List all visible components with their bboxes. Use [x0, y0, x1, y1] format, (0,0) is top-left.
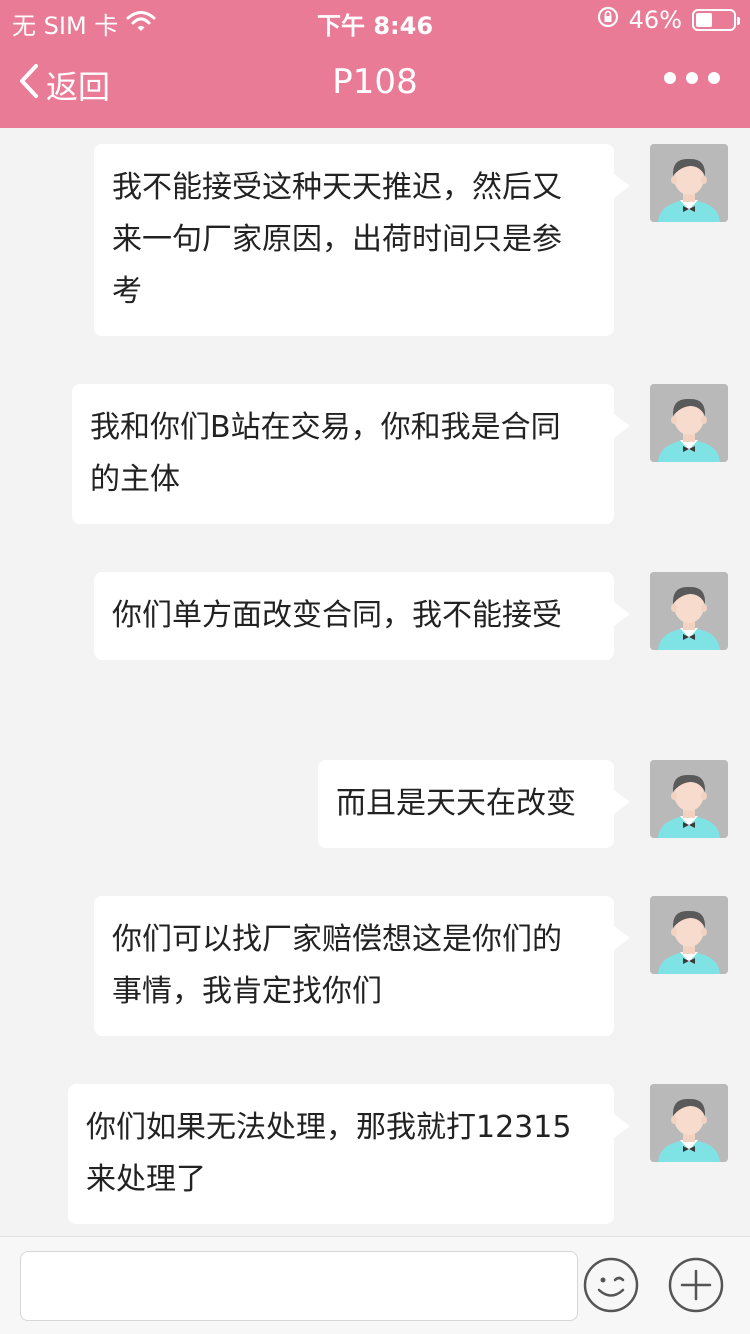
message-bubble[interactable]: 你们如果无法处理，那我就打12315来处理了 — [68, 1084, 630, 1224]
avatar[interactable] — [650, 1084, 728, 1162]
nav-bar: 返回 P108 — [0, 40, 750, 128]
message-list[interactable]: 我不能接受这种天天推迟，然后又来一句厂家原因，出荷时间只是参考 我和你们B站在交… — [0, 128, 750, 1236]
emoji-button[interactable] — [583, 1257, 639, 1313]
message-input[interactable] — [20, 1251, 578, 1321]
message-bubble[interactable]: 我和你们B站在交易，你和我是合同的主体 — [72, 384, 630, 524]
chat-title: P108 — [332, 62, 418, 102]
rotation-lock-icon — [597, 6, 619, 34]
status-right: 46% — [597, 6, 740, 34]
message-text: 你们如果无法处理，那我就打12315来处理了 — [86, 1110, 572, 1197]
message-bubble[interactable]: 而且是天天在改变 — [318, 760, 630, 848]
more-dot — [686, 72, 698, 84]
avatar-icon — [650, 1084, 728, 1162]
add-attachment-button[interactable] — [668, 1257, 724, 1313]
more-dot — [708, 72, 720, 84]
avatar-icon — [650, 384, 728, 462]
battery-percent: 46% — [628, 6, 682, 34]
more-button[interactable] — [664, 72, 720, 84]
message-text: 我不能接受这种天天推迟，然后又来一句厂家原因，出荷时间只是参考 — [112, 170, 562, 309]
avatar-icon — [650, 760, 728, 838]
emoji-icon — [583, 1257, 639, 1313]
battery-icon — [692, 9, 740, 31]
avatar-icon — [650, 572, 728, 650]
avatar[interactable] — [650, 760, 728, 838]
avatar-icon — [650, 896, 728, 974]
message-text: 而且是天天在改变 — [336, 786, 576, 821]
message-text: 你们单方面改变合同，我不能接受 — [112, 598, 562, 633]
avatar[interactable] — [650, 384, 728, 462]
message-text: 你们可以找厂家赔偿想这是你们的事情，我肯定找你们 — [112, 922, 562, 1009]
more-dot — [664, 72, 676, 84]
avatar[interactable] — [650, 572, 728, 650]
message-text: 我和你们B站在交易，你和我是合同的主体 — [90, 410, 561, 497]
input-bar — [0, 1236, 750, 1334]
message-bubble[interactable]: 你们单方面改变合同，我不能接受 — [94, 572, 630, 660]
message-bubble[interactable]: 你们可以找厂家赔偿想这是你们的事情，我肯定找你们 — [94, 896, 630, 1036]
status-bar: 无 SIM 卡 下午 8:46 46% — [0, 0, 750, 40]
message-bubble[interactable]: 我不能接受这种天天推迟，然后又来一句厂家原因，出荷时间只是参考 — [94, 144, 630, 336]
avatar-icon — [650, 144, 728, 222]
avatar[interactable] — [650, 896, 728, 974]
avatar[interactable] — [650, 144, 728, 222]
plus-icon — [668, 1257, 724, 1313]
